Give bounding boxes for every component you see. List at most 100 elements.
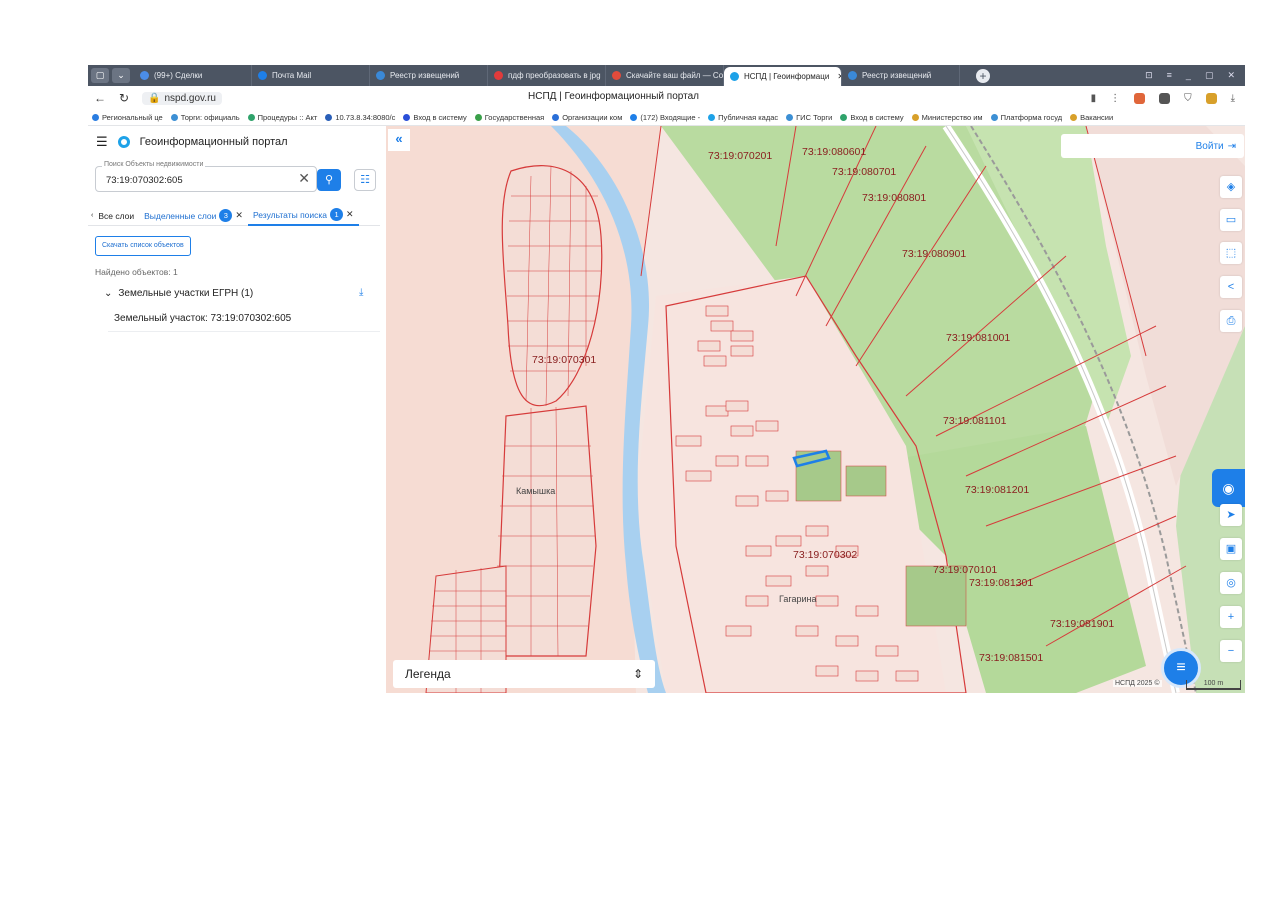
- bookmark-item[interactable]: Процедуры :: Акт: [244, 113, 322, 122]
- tab-title: пдф преобразовать в jpg: [508, 71, 601, 80]
- tab-title: НСПД | Геоинформаци: [744, 72, 830, 81]
- bookmark-label: Вакансии: [1080, 113, 1114, 122]
- tab-label: Все слои: [98, 210, 135, 221]
- scale-bar: 100 m: [1186, 680, 1241, 690]
- cadastral-label: 73:19:070101: [933, 564, 998, 576]
- bookmark-manager-icon[interactable]: ⊡: [1145, 70, 1153, 81]
- close-window-icon[interactable]: ✕: [1227, 70, 1235, 81]
- restore-icon[interactable]: ▢: [1205, 70, 1214, 81]
- login-button[interactable]: Войти ⇥: [1061, 134, 1244, 158]
- bookmark-favicon-icon: [1070, 114, 1078, 121]
- bookmark-item[interactable]: ГИС Торги: [782, 113, 836, 122]
- bookmark-label: Министерство им: [921, 113, 983, 122]
- geolocation-icon[interactable]: ◎: [1220, 572, 1242, 594]
- browser-tab[interactable]: Реестр извещений: [370, 65, 488, 86]
- search-field[interactable]: Поиск Объекты недвижимости ✕: [95, 161, 317, 192]
- tabs-menu-icon[interactable]: ▢: [91, 68, 109, 83]
- bookmark-item[interactable]: Вход в систему: [399, 113, 470, 122]
- bookmark-label: Публичная кадас: [718, 113, 779, 122]
- back-icon[interactable]: ←: [88, 91, 112, 105]
- clear-icon[interactable]: ✕: [298, 170, 310, 187]
- browser-tab[interactable]: Скачайте ваш файл — Co: [606, 65, 724, 86]
- attribution: НСПД 2025 ©: [1113, 680, 1162, 687]
- tab-all-layers[interactable]: Все слои: [93, 206, 139, 226]
- sidebar: ☰ Геоинформационный портал Поиск Объекты…: [88, 126, 386, 693]
- tab-favicon-icon: [494, 71, 503, 80]
- extension-icon[interactable]: [1134, 92, 1146, 104]
- zoom-in-icon[interactable]: +: [1220, 606, 1242, 628]
- close-icon[interactable]: ✕: [346, 209, 354, 220]
- bookmark-item[interactable]: Вакансии: [1066, 113, 1117, 122]
- tab-favicon-icon: [376, 71, 385, 80]
- chat-assistant-icon[interactable]: ◉: [1212, 469, 1245, 507]
- url-field[interactable]: 🔒 nspd.gov.ru: [142, 91, 222, 105]
- zoom-out-icon[interactable]: −: [1220, 640, 1242, 662]
- bookmark-icon[interactable]: ▮: [1091, 93, 1097, 104]
- print-icon[interactable]: ⎙: [1220, 310, 1242, 332]
- search-input[interactable]: [106, 175, 286, 186]
- bookmark-item[interactable]: Платформа госуд: [987, 113, 1067, 122]
- legend-label: Легенда: [405, 667, 451, 681]
- menu-icon[interactable]: ≡: [1167, 70, 1172, 81]
- map-view[interactable]: 73:19:070201 73:19:080601 73:19:080701 7…: [386, 126, 1245, 693]
- bookmark-item[interactable]: Организации ком: [548, 113, 626, 122]
- browser-tab[interactable]: (99+) Сделки: [134, 65, 252, 86]
- page-title: НСПД | Геоинформационный портал: [528, 91, 699, 102]
- ruler-icon[interactable]: ▭: [1220, 209, 1242, 231]
- collapse-sidebar-button[interactable]: «: [388, 129, 410, 151]
- browser-tab[interactable]: Реестр извещений: [842, 65, 960, 86]
- more-icon[interactable]: ⋮: [1110, 93, 1120, 104]
- legend-panel[interactable]: Легенда ⇕: [393, 660, 655, 688]
- select-area-icon[interactable]: ⬚: [1220, 242, 1242, 264]
- search-button[interactable]: ⚲: [317, 169, 341, 191]
- bookmark-item[interactable]: Публичная кадас: [704, 113, 782, 122]
- layers-icon[interactable]: ◈: [1220, 176, 1242, 198]
- tab-title: (99+) Сделки: [154, 71, 203, 80]
- reload-icon[interactable]: ↻: [112, 91, 136, 105]
- minimize-icon[interactable]: _: [1186, 70, 1191, 81]
- bookmark-item[interactable]: Торги: официаль: [167, 113, 244, 122]
- locate-icon[interactable]: ➤: [1220, 504, 1242, 526]
- expand-icon: ⇕: [632, 667, 643, 681]
- tab-favicon-icon: [730, 72, 739, 81]
- download-icon[interactable]: ⤓: [1231, 93, 1235, 104]
- lock-icon: 🔒: [148, 92, 161, 104]
- bookmark-item[interactable]: 10.73.8.34:8080/c: [321, 113, 399, 122]
- bookmark-item[interactable]: (172) Входящие -: [626, 113, 704, 122]
- hamburger-icon[interactable]: ☰: [96, 134, 108, 150]
- browser-tab[interactable]: НСПД | Геоинформаци✕: [724, 67, 842, 86]
- bookmark-item[interactable]: Региональный це: [88, 113, 167, 122]
- bookmark-item[interactable]: Министерство им: [908, 113, 987, 122]
- bookmark-item[interactable]: Вход в систему: [836, 113, 907, 122]
- bookmark-label: 10.73.8.34:8080/c: [335, 113, 396, 122]
- tabs-dropdown-icon[interactable]: ⌄: [112, 68, 130, 83]
- portal-logo-icon: [117, 136, 130, 148]
- download-list-button[interactable]: Скачать список объектов: [95, 236, 191, 256]
- window-controls: ⊡ ≡ _ ▢ ✕: [1145, 70, 1245, 81]
- cadastral-label: 73:19:081501: [979, 652, 1044, 664]
- filter-button[interactable]: ☷: [354, 169, 376, 191]
- browser-tab[interactable]: пдф преобразовать в jpg: [488, 65, 606, 86]
- browser-tab[interactable]: Почта Mail: [252, 65, 370, 86]
- extension-icon[interactable]: [1159, 92, 1171, 104]
- extension-icon[interactable]: [1205, 92, 1217, 104]
- result-item[interactable]: Земельный участок: 73:19:070302:605: [108, 306, 380, 332]
- tab-selected-layers[interactable]: Выделенные слои 3 ✕: [139, 206, 248, 226]
- download-icon[interactable]: ⤓: [359, 287, 363, 298]
- new-tab-button[interactable]: +: [976, 68, 990, 83]
- map-canvas[interactable]: [386, 126, 1245, 693]
- bookmark-favicon-icon: [708, 114, 716, 121]
- login-label: Войти: [1195, 140, 1224, 152]
- protect-icon[interactable]: ⛉: [1184, 93, 1192, 104]
- bookmark-item[interactable]: Государственная: [471, 113, 548, 122]
- cadastral-label: 73:19:080901: [902, 248, 967, 260]
- share-icon[interactable]: <: [1220, 276, 1242, 298]
- close-icon[interactable]: ✕: [235, 210, 243, 221]
- tab-badge: 1: [330, 208, 344, 221]
- cadastral-label: 73:19:080601: [802, 146, 867, 158]
- basemap-icon[interactable]: ▣: [1220, 538, 1242, 560]
- tab-search-results[interactable]: Результаты поиска 1 ✕: [247, 206, 359, 226]
- bookmark-favicon-icon: [247, 114, 255, 121]
- result-group[interactable]: ⌄ Земельные участки ЕГРН (1): [104, 288, 253, 299]
- place-label: Гагарина: [779, 594, 817, 604]
